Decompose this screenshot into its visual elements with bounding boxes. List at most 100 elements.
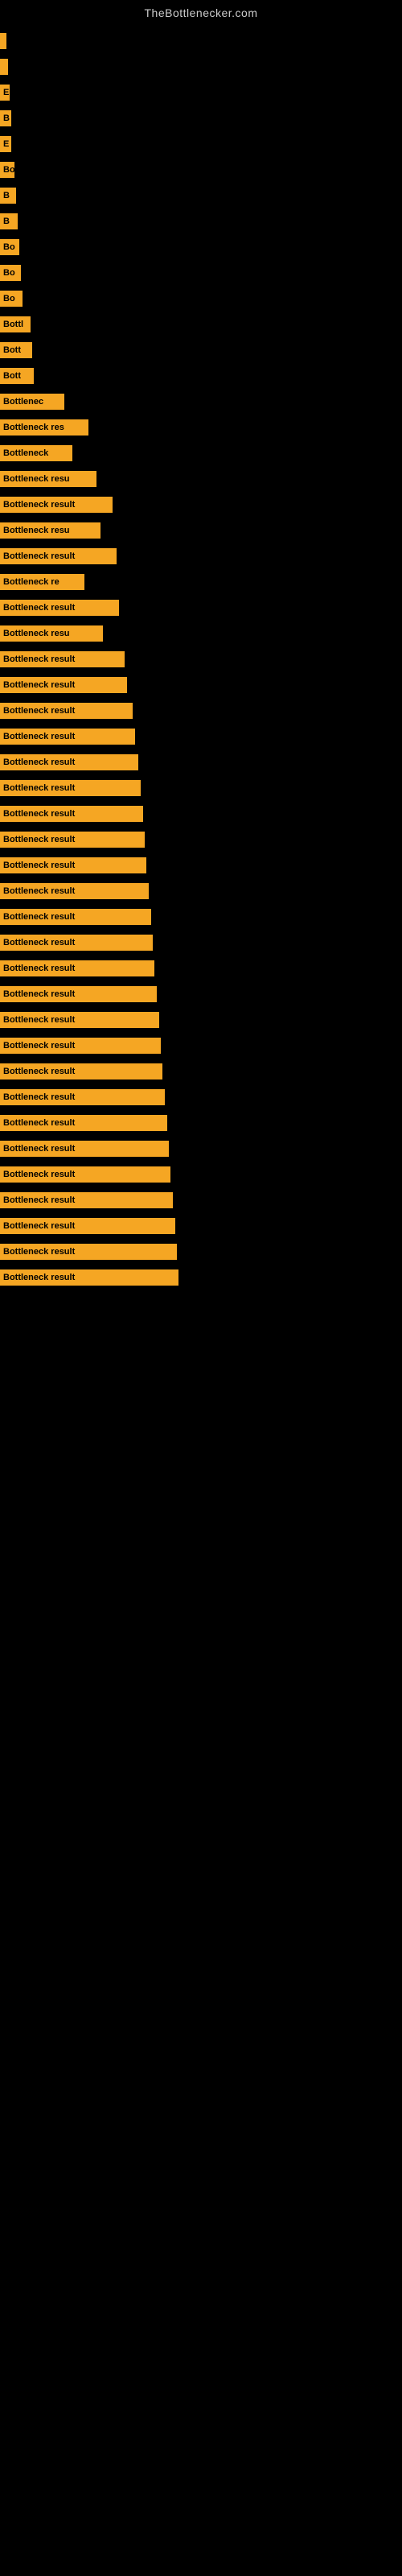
bar-label: Bottleneck result [3, 706, 75, 716]
bar-row: Bottleneck result [0, 1267, 402, 1288]
bar-item: Bottleneck result [0, 600, 119, 616]
bar-label: Bott [3, 371, 21, 381]
bar-label: Bottleneck result [3, 783, 75, 793]
bar-label: Bottleneck result [3, 964, 75, 973]
bar-label: B [3, 114, 10, 123]
bar-label: Bottleneck result [3, 1221, 75, 1231]
bar-item: Bottleneck result [0, 857, 146, 873]
bar-label: B [3, 191, 10, 200]
bar-row: Bottleneck result [0, 649, 402, 670]
bar-item: Bott [0, 368, 34, 384]
bar-label: Bo [3, 268, 15, 278]
bar-row: Bottleneck result [0, 803, 402, 824]
bar-label: Bottleneck resu [3, 526, 70, 535]
bar-row: Bottleneck result [0, 1061, 402, 1082]
bar-label: Bottleneck resu [3, 629, 70, 638]
bar-row: Bottleneck result [0, 726, 402, 747]
bar-label: Bottleneck resu [3, 474, 70, 484]
bar-label: Bottleneck result [3, 1118, 75, 1128]
bar-row: Bottleneck result [0, 1138, 402, 1159]
bar-label: Bottleneck result [3, 732, 75, 741]
bar-row: E [0, 82, 402, 103]
bar-item: Bottleneck result [0, 651, 125, 667]
bar-row: Bottleneck result [0, 958, 402, 979]
bar-row: Bottleneck result [0, 675, 402, 696]
bar-item: Bo [0, 291, 23, 307]
bar-item: Bottleneck result [0, 1115, 167, 1131]
bar-item: Bottleneck re [0, 574, 84, 590]
bar-label: Bottlenec [3, 397, 43, 407]
bar-item: Bottleneck result [0, 1063, 162, 1080]
bar-row: B [0, 108, 402, 129]
bar-item: Bottleneck result [0, 883, 149, 899]
bar-label: Bottleneck [3, 448, 48, 458]
bar-row: Bo [0, 288, 402, 309]
bar-row: Bottleneck resu [0, 520, 402, 541]
bar-row: Bottleneck result [0, 829, 402, 850]
bars-container: E B E Bo B B Bo Bo Bo Bottl Bott Bott Bottlenec Bottl… [0, 23, 402, 1288]
bar-item: E [0, 85, 10, 101]
bar-item: Bottleneck result [0, 960, 154, 976]
bar-row: Bottleneck result [0, 906, 402, 927]
bar-label: Bottleneck res [3, 423, 64, 432]
bar-label: Bottleneck result [3, 1041, 75, 1051]
bar-item: B [0, 213, 18, 229]
bar-label: Bottleneck result [3, 603, 75, 613]
bar-item: Bottleneck [0, 445, 72, 461]
bar-row: Bottleneck result [0, 597, 402, 618]
bar-item: Bottleneck result [0, 1192, 173, 1208]
bar-row: Bottleneck result [0, 546, 402, 567]
bar-item: Bottleneck result [0, 780, 141, 796]
bar-item: E [0, 136, 11, 152]
bar-row: Bottl [0, 314, 402, 335]
bar-row: Bottleneck result [0, 855, 402, 876]
bar-item: Bottleneck resu [0, 625, 103, 642]
bar-label: Bottleneck result [3, 1273, 75, 1282]
bar-item: B [0, 188, 16, 204]
bar-row [0, 56, 402, 77]
bar-item: Bottleneck result [0, 806, 143, 822]
bar-item: Bottleneck result [0, 1141, 169, 1157]
bar-item: Bottleneck result [0, 677, 127, 693]
bar-label: Bottleneck result [3, 835, 75, 844]
bar-row: Bottleneck resu [0, 623, 402, 644]
bar-row: Bott [0, 340, 402, 361]
bar-label: E [3, 88, 9, 97]
bar-label: E [3, 139, 9, 149]
bar-label: Bottleneck result [3, 1092, 75, 1102]
bar-row: Bo [0, 262, 402, 283]
bar-item: Bottleneck result [0, 548, 117, 564]
bar-label: Bo [3, 165, 14, 175]
bar-item: Bottleneck result [0, 754, 138, 770]
bar-row: B [0, 211, 402, 232]
bar-row: Bo [0, 237, 402, 258]
bar-row: Bottleneck res [0, 417, 402, 438]
bar-item: Bottleneck result [0, 1244, 177, 1260]
bar-label: Bottleneck result [3, 989, 75, 999]
bar-item: Bottleneck result [0, 1269, 178, 1286]
bar-item: Bottleneck resu [0, 522, 100, 539]
bar-item: Bottleneck result [0, 1218, 175, 1234]
bar-item: Bottleneck result [0, 832, 145, 848]
bar-label: Bottleneck result [3, 1067, 75, 1076]
bar-label: Bottleneck result [3, 912, 75, 922]
bar-item: Bottleneck result [0, 1012, 159, 1028]
bar-row: Bottleneck result [0, 1216, 402, 1236]
bar-row: Bottleneck result [0, 932, 402, 953]
bar-label: Bottleneck re [3, 577, 59, 587]
bar-row: Bottleneck [0, 443, 402, 464]
bar-label: B [3, 217, 10, 226]
bar-row: Bottleneck re [0, 572, 402, 592]
bar-label: Bottleneck result [3, 1015, 75, 1025]
bar-row: Bottleneck result [0, 984, 402, 1005]
bar-label: Bottleneck result [3, 809, 75, 819]
bar-row: Bottleneck result [0, 881, 402, 902]
bar-row: Bottlenec [0, 391, 402, 412]
bar-item: Bottleneck res [0, 419, 88, 436]
bar-row: Bottleneck result [0, 1164, 402, 1185]
bar-label: Bottleneck result [3, 551, 75, 561]
bar-item: Bo [0, 162, 14, 178]
bar-item: Bo [0, 239, 19, 255]
bar-row: E [0, 134, 402, 155]
bar-row: Bottleneck result [0, 1113, 402, 1133]
